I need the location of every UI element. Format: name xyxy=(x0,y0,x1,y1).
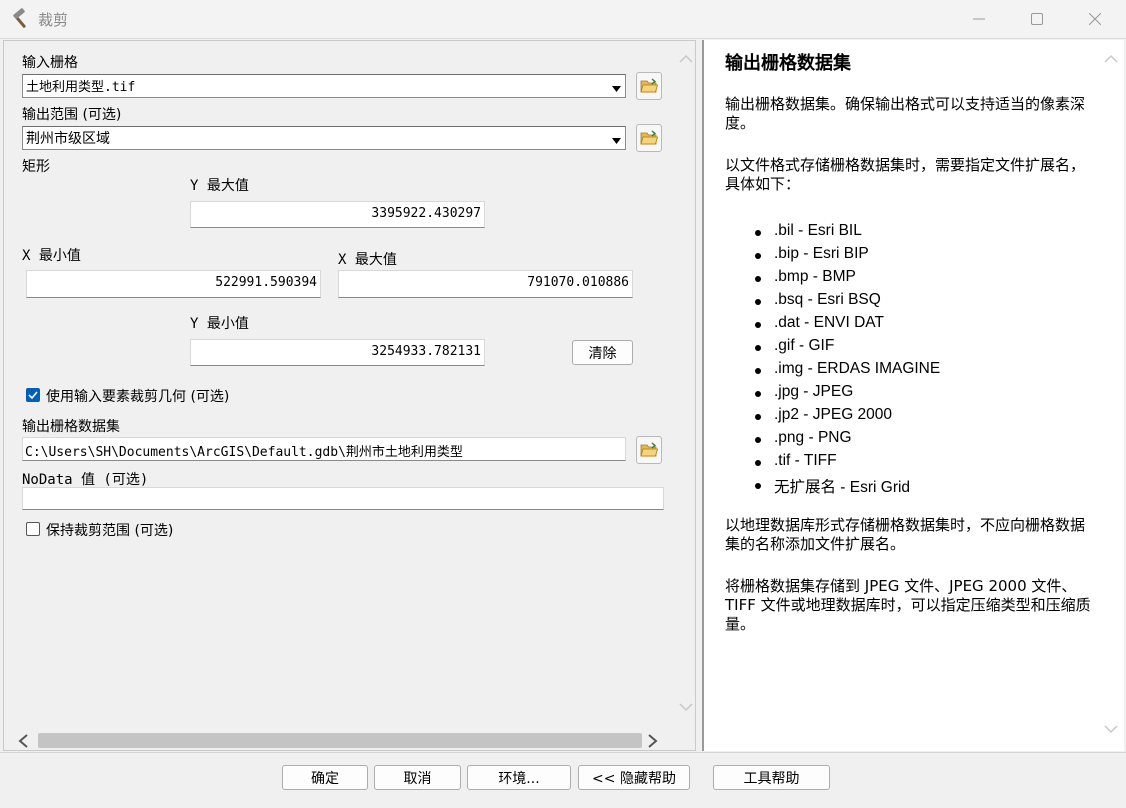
browse-extent-button[interactable] xyxy=(636,124,662,152)
help-title: 输出栅格数据集 xyxy=(725,53,851,74)
close-icon xyxy=(1089,13,1101,25)
scroll-up-icon[interactable] xyxy=(679,54,693,64)
format-item: .jp2 - JPEG 2000 xyxy=(774,406,893,423)
bullet xyxy=(755,322,761,328)
format-item: .bil - Esri BIL xyxy=(774,222,862,239)
chevron-down-icon[interactable] xyxy=(607,127,625,149)
y-max-label: Y 最大值 xyxy=(190,178,249,194)
maintain-extent-label: 保持裁剪范围 (可选) xyxy=(46,523,174,539)
help-scroll-down-icon[interactable] xyxy=(1104,724,1118,734)
help-paragraph-2: 以文件格式存储栅格数据集时，需要指定文件扩展名，具体如下： xyxy=(725,156,1086,193)
scroll-down-icon[interactable] xyxy=(679,702,693,712)
help-pane: 输出栅格数据集 输出栅格数据集。确保输出格式可以支持适当的像素深度。 以文件格式… xyxy=(702,40,1124,751)
minimize-icon xyxy=(973,18,985,20)
x-min-label: X 最小值 xyxy=(22,248,81,264)
scroll-left-icon[interactable] xyxy=(17,733,29,749)
y-min-input[interactable]: 3254933.782131 xyxy=(190,339,485,366)
bullet xyxy=(755,230,761,236)
format-item: 无扩展名 - Esri Grid xyxy=(774,479,911,496)
input-raster-value: 土地利用类型.tif xyxy=(26,80,136,95)
output-raster-input[interactable]: C:\Users\SH\Documents\ArcGIS\Default.gdb… xyxy=(22,437,626,461)
input-raster-label: 输入栅格 xyxy=(22,55,78,71)
y-max-value: 3395922.430297 xyxy=(371,206,481,221)
bullet xyxy=(755,276,761,282)
folder-open-icon xyxy=(640,130,658,145)
output-extent-combo[interactable]: 荆州市级区域 xyxy=(22,126,626,150)
format-item: .jpg - JPEG xyxy=(774,383,854,400)
x-max-value: 791070.010886 xyxy=(527,275,629,290)
use-input-features-label: 使用输入要素裁剪几何 (可选) xyxy=(46,389,230,405)
format-item: .bmp - BMP xyxy=(774,268,856,285)
close-button[interactable] xyxy=(1066,0,1124,38)
minimize-button[interactable] xyxy=(950,0,1008,38)
format-item: .tif - TIFF xyxy=(774,452,837,469)
x-max-label: X 最大值 xyxy=(338,252,397,268)
chevron-down-icon[interactable] xyxy=(607,75,625,97)
folder-open-icon xyxy=(640,442,658,457)
nodata-label: NoData 值 (可选) xyxy=(22,472,149,488)
cancel-button[interactable]: 取消 xyxy=(374,765,461,790)
x-max-input[interactable]: 791070.010886 xyxy=(338,270,633,298)
hide-help-button[interactable]: << 隐藏帮助 xyxy=(578,765,690,790)
window-title: 裁剪 xyxy=(38,11,69,29)
output-extent-value: 荆州市级区域 xyxy=(26,131,110,147)
tool-help-button[interactable]: 工具帮助 xyxy=(713,765,830,790)
format-item: .bip - Esri BIP xyxy=(774,245,869,262)
help-paragraph-1: 输出栅格数据集。确保输出格式可以支持适当的像素深度。 xyxy=(725,95,1086,132)
input-raster-combo[interactable]: 土地利用类型.tif xyxy=(22,74,626,98)
bullet xyxy=(755,460,761,466)
x-min-input[interactable]: 522991.590394 xyxy=(26,270,321,298)
ok-button[interactable]: 确定 xyxy=(282,765,368,790)
y-min-value: 3254933.782131 xyxy=(371,344,481,359)
help-paragraph-4: 将栅格数据集存储到 JPEG 文件、JPEG 2000 文件、TIFF 文件或地… xyxy=(725,577,1091,633)
y-max-input[interactable]: 3395922.430297 xyxy=(190,201,485,228)
bullet xyxy=(755,345,761,351)
bullet xyxy=(755,437,761,443)
format-item: .dat - ENVI DAT xyxy=(774,314,884,331)
browse-output-button[interactable] xyxy=(636,436,662,464)
format-item: .gif - GIF xyxy=(774,337,835,354)
output-raster-label: 输出栅格数据集 xyxy=(22,419,120,435)
bullet xyxy=(755,253,761,259)
output-raster-value: C:\Users\SH\Documents\ArcGIS\Default.gdb… xyxy=(25,445,463,460)
scroll-right-icon[interactable] xyxy=(647,733,659,749)
rectangle-label: 矩形 xyxy=(22,159,50,175)
title-bar: 裁剪 xyxy=(0,0,1126,39)
bullet xyxy=(755,391,761,397)
format-item: .bsq - Esri BSQ xyxy=(774,291,881,308)
help-scroll-up-icon[interactable] xyxy=(1104,54,1118,64)
maximize-icon xyxy=(1031,13,1043,25)
hammer-icon xyxy=(10,8,32,34)
help-paragraph-3: 以地理数据库形式存储栅格数据集时，不应向栅格数据集的名称添加文件扩展名。 xyxy=(725,516,1086,553)
folder-open-icon xyxy=(640,78,658,93)
browse-input-raster-button[interactable] xyxy=(636,72,662,100)
nodata-input[interactable] xyxy=(22,487,664,510)
format-item: .png - PNG xyxy=(774,429,852,446)
environments-button[interactable]: 环境... xyxy=(467,765,571,790)
bullet xyxy=(755,414,761,420)
format-item: .img - ERDAS IMAGINE xyxy=(774,360,941,377)
horizontal-scrollbar[interactable] xyxy=(5,731,695,750)
bullet xyxy=(755,368,761,374)
output-extent-label: 输出范围 (可选) xyxy=(22,107,122,123)
bullet xyxy=(755,299,761,305)
clear-button[interactable]: 清除 xyxy=(572,340,633,365)
x-min-value: 522991.590394 xyxy=(215,275,317,290)
horizontal-scroll-thumb[interactable] xyxy=(38,733,642,748)
maximize-button[interactable] xyxy=(1008,0,1066,38)
vertical-scrollbar[interactable] xyxy=(676,42,695,732)
use-input-features-checkbox[interactable] xyxy=(26,388,40,402)
checkmark-icon xyxy=(28,391,38,399)
bullet xyxy=(755,483,761,489)
y-min-label: Y 最小值 xyxy=(190,316,249,332)
maintain-extent-checkbox[interactable] xyxy=(26,522,40,536)
